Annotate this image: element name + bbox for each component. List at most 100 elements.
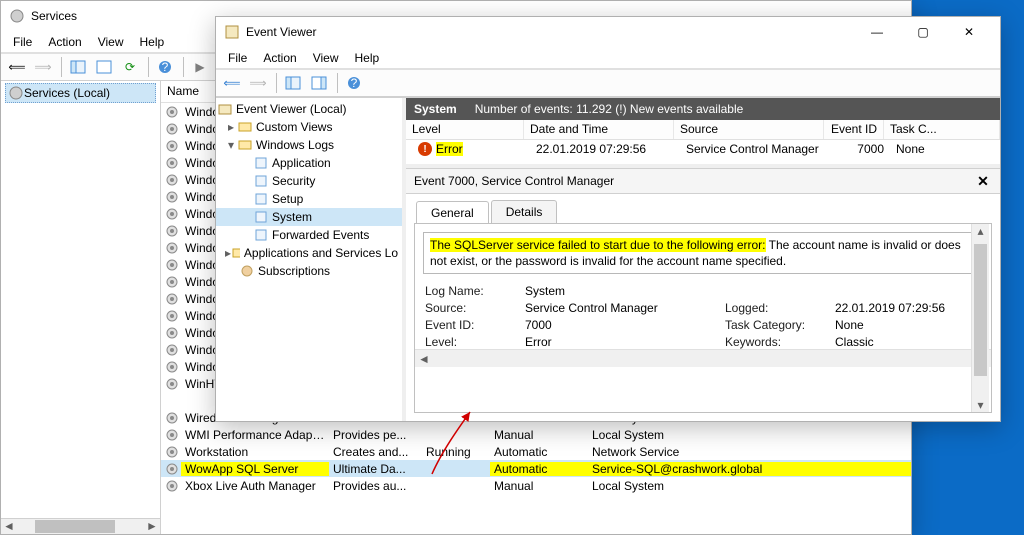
service-desc: Provides au... bbox=[329, 479, 422, 493]
detail-vscroll[interactable]: ▴▾ bbox=[971, 224, 989, 412]
folder-icon bbox=[238, 120, 252, 134]
gh-datetime[interactable]: Date and Time bbox=[524, 120, 674, 139]
ev-back-btn[interactable]: ⟸ bbox=[220, 72, 244, 94]
start-btn[interactable]: ▶ bbox=[188, 56, 212, 78]
detail-close-icon[interactable]: ✕ bbox=[974, 173, 992, 190]
ev-tree-subs[interactable]: Subscriptions bbox=[216, 262, 402, 280]
service-icon bbox=[165, 445, 179, 459]
ev-status-bar: System Number of events: 11.292 (!) New … bbox=[406, 98, 1000, 120]
tree-services-local-label: Services (Local) bbox=[24, 86, 110, 100]
ev-fwd-btn[interactable]: ⟹ bbox=[246, 72, 270, 94]
minimize-btn[interactable]: — bbox=[854, 17, 900, 47]
service-icon bbox=[165, 139, 179, 153]
ev-tree-child-label: Application bbox=[272, 156, 331, 170]
ev-tree-setup[interactable]: Setup bbox=[216, 190, 402, 208]
tree-hscroll[interactable]: ◄ ► bbox=[1, 518, 160, 534]
ev-tree-security[interactable]: Security bbox=[216, 172, 402, 190]
log-icon bbox=[254, 228, 268, 242]
service-icon bbox=[165, 462, 179, 476]
back-btn[interactable]: ⟸ bbox=[5, 56, 29, 78]
ev-tree-forwarded-events[interactable]: Forwarded Events bbox=[216, 226, 402, 244]
tab-general[interactable]: General bbox=[416, 201, 489, 224]
ev-tree-system[interactable]: System bbox=[216, 208, 402, 226]
ev-toolbar: ⟸ ⟹ ? bbox=[216, 69, 1000, 97]
ev-events-grid: Level Date and Time Source Event ID Task… bbox=[406, 120, 1000, 168]
ev-count-label: Number of events: bbox=[475, 102, 573, 116]
tab-details[interactable]: Details bbox=[491, 200, 558, 223]
chevron-right-icon[interactable]: ▸ bbox=[224, 246, 232, 260]
ev-menu-file[interactable]: File bbox=[220, 49, 255, 67]
service-name: WowApp SQL Server bbox=[181, 462, 329, 476]
services-tree-pane: Services (Local) ◄ ► bbox=[1, 81, 161, 534]
ev-showhide-btn[interactable] bbox=[281, 72, 305, 94]
service-row[interactable]: WMI Performance AdapterProvides pe...Man… bbox=[161, 426, 911, 443]
field-label: Keywords: bbox=[725, 335, 835, 349]
service-row[interactable]: Xbox Live Auth ManagerProvides au...Manu… bbox=[161, 477, 911, 494]
refresh-btn[interactable]: ⟳ bbox=[118, 56, 142, 78]
window-buttons: — ▢ ✕ bbox=[854, 17, 992, 47]
detail-hscroll[interactable]: ◄ ► bbox=[415, 349, 991, 367]
menu-help[interactable]: Help bbox=[132, 33, 173, 51]
ev-titlebar[interactable]: Event Viewer — ▢ ✕ bbox=[216, 17, 1000, 47]
service-icon bbox=[165, 275, 179, 289]
service-row-highlighted[interactable]: WowApp SQL ServerUltimate Da...Automatic… bbox=[161, 460, 911, 477]
ev-tree-child-label: Security bbox=[272, 174, 315, 188]
ev-menubar: File Action View Help bbox=[216, 47, 1000, 69]
services-title: Services bbox=[31, 9, 77, 23]
service-icon bbox=[165, 411, 179, 425]
menu-view[interactable]: View bbox=[90, 33, 132, 51]
help-btn[interactable]: ? bbox=[153, 56, 177, 78]
gh-eventid[interactable]: Event ID bbox=[824, 120, 884, 139]
ev-tree-child-label: System bbox=[272, 210, 312, 224]
field-value: Service Control Manager bbox=[525, 301, 725, 315]
event-viewer-window: Event Viewer — ▢ ✕ File Action View Help… bbox=[215, 16, 1001, 422]
ev-tree-application[interactable]: Application bbox=[216, 154, 402, 172]
ev-tree-root[interactable]: Event Viewer (Local) bbox=[216, 100, 402, 118]
service-name: Workstation bbox=[181, 445, 329, 459]
service-status: Running bbox=[422, 445, 490, 459]
props-btn[interactable] bbox=[92, 56, 116, 78]
ev-menu-help[interactable]: Help bbox=[347, 49, 388, 67]
ev-tree-root-label: Event Viewer (Local) bbox=[236, 102, 347, 116]
event-task: None bbox=[890, 142, 1000, 156]
event-row[interactable]: !Error 22.01.2019 07:29:56 Service Contr… bbox=[406, 140, 1000, 158]
log-icon bbox=[254, 156, 268, 170]
gh-source[interactable]: Source bbox=[674, 120, 824, 139]
service-desc: Creates and... bbox=[329, 445, 422, 459]
ev-tree-appservices[interactable]: ▸ Applications and Services Lo bbox=[216, 244, 402, 262]
ev-help-btn[interactable]: ? bbox=[342, 72, 366, 94]
tree-services-local[interactable]: Services (Local) bbox=[5, 83, 156, 103]
service-icon bbox=[165, 309, 179, 323]
ev-pane-btn[interactable] bbox=[307, 72, 331, 94]
show-hide-btn[interactable] bbox=[66, 56, 90, 78]
ev-tree-custom[interactable]: ▸Custom Views bbox=[216, 118, 402, 136]
chevron-right-icon[interactable]: ▸ bbox=[224, 120, 238, 134]
log-icon bbox=[254, 210, 268, 224]
service-logon: Local System bbox=[588, 428, 911, 442]
event-detail-title: Event 7000, Service Control Manager bbox=[414, 174, 614, 188]
maximize-btn[interactable]: ▢ bbox=[900, 17, 946, 47]
ev-tree-appservices-label: Applications and Services Lo bbox=[244, 246, 398, 260]
gh-level[interactable]: Level bbox=[406, 120, 524, 139]
service-icon bbox=[165, 207, 179, 221]
service-icon bbox=[165, 479, 179, 493]
ev-count: 11.292 (!) bbox=[576, 102, 626, 116]
field-value: 22.01.2019 07:29:56 bbox=[835, 301, 981, 315]
service-icon bbox=[165, 377, 179, 391]
service-row[interactable]: WorkstationCreates and...RunningAutomati… bbox=[161, 443, 911, 460]
event-viewer-root-icon bbox=[218, 102, 232, 116]
ev-menu-view[interactable]: View bbox=[305, 49, 347, 67]
field-label: Log Name: bbox=[425, 284, 525, 298]
gh-task[interactable]: Task C... bbox=[884, 120, 1000, 139]
menu-action[interactable]: Action bbox=[40, 33, 89, 51]
ev-tree-winlogs[interactable]: ▾Windows Logs bbox=[216, 136, 402, 154]
event-datetime: 22.01.2019 07:29:56 bbox=[530, 142, 680, 156]
fwd-btn[interactable]: ⟹ bbox=[31, 56, 55, 78]
service-icon bbox=[165, 292, 179, 306]
ev-menu-action[interactable]: Action bbox=[255, 49, 304, 67]
scroll-left-icon[interactable]: ◄ bbox=[415, 352, 433, 366]
ev-tree-subs-label: Subscriptions bbox=[258, 264, 330, 278]
menu-file[interactable]: File bbox=[5, 33, 40, 51]
chevron-down-icon[interactable]: ▾ bbox=[224, 138, 238, 152]
close-btn[interactable]: ✕ bbox=[946, 17, 992, 47]
